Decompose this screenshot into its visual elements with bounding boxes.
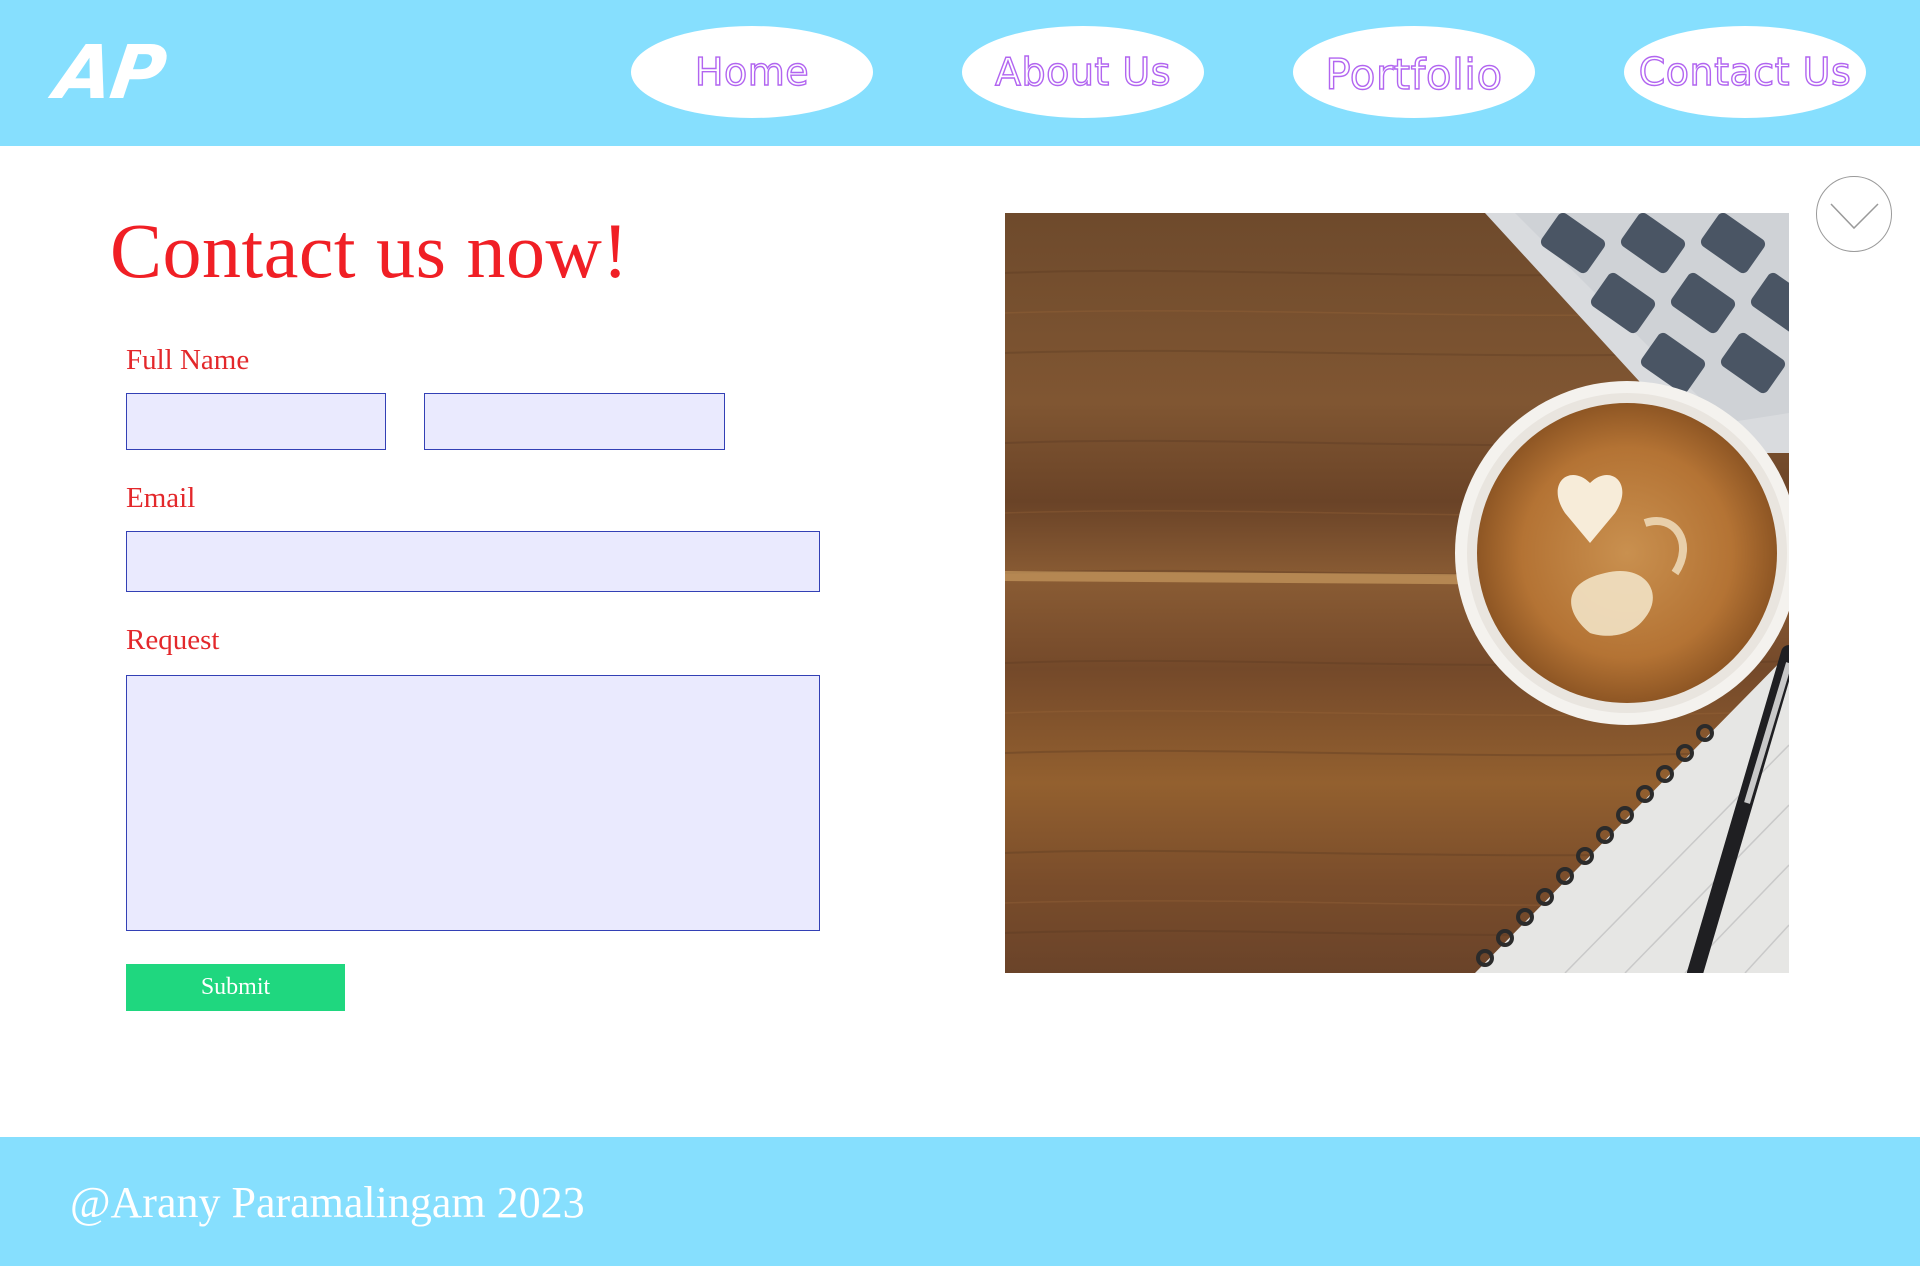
nav-contact-button[interactable]: Contact Us [1624,26,1866,118]
coffee-desk-photo [1005,213,1789,973]
nav-portfolio-label: Portfolio [1325,49,1503,99]
request-textarea[interactable] [126,675,820,931]
submit-button[interactable]: Submit [126,964,345,1011]
request-label: Request [126,624,220,656]
full-name-label: Full Name [126,344,250,376]
page-title: Contact us now! [110,207,629,294]
chevron-down-icon [1830,203,1879,230]
email-input[interactable] [126,531,820,592]
nav-contact-label: Contact Us [1638,49,1852,94]
scroll-down-button[interactable] [1816,176,1892,252]
nav-about-button[interactable]: About Us [962,26,1204,118]
site-footer: @Arany Paramalingam 2023 [0,1137,1920,1266]
nav-portfolio-button[interactable]: Portfolio [1293,26,1535,118]
last-name-input[interactable] [424,393,725,450]
nav-home-button[interactable]: Home [631,26,873,118]
site-logo[interactable]: AP [50,28,170,118]
nav-about-label: About Us [994,49,1172,94]
site-header: AP Home About Us Portfolio Contact Us [0,0,1920,146]
first-name-input[interactable] [126,393,386,450]
copyright-text: @Arany Paramalingam 2023 [70,1178,585,1227]
email-label: Email [126,482,196,514]
nav-home-label: Home [694,49,810,94]
